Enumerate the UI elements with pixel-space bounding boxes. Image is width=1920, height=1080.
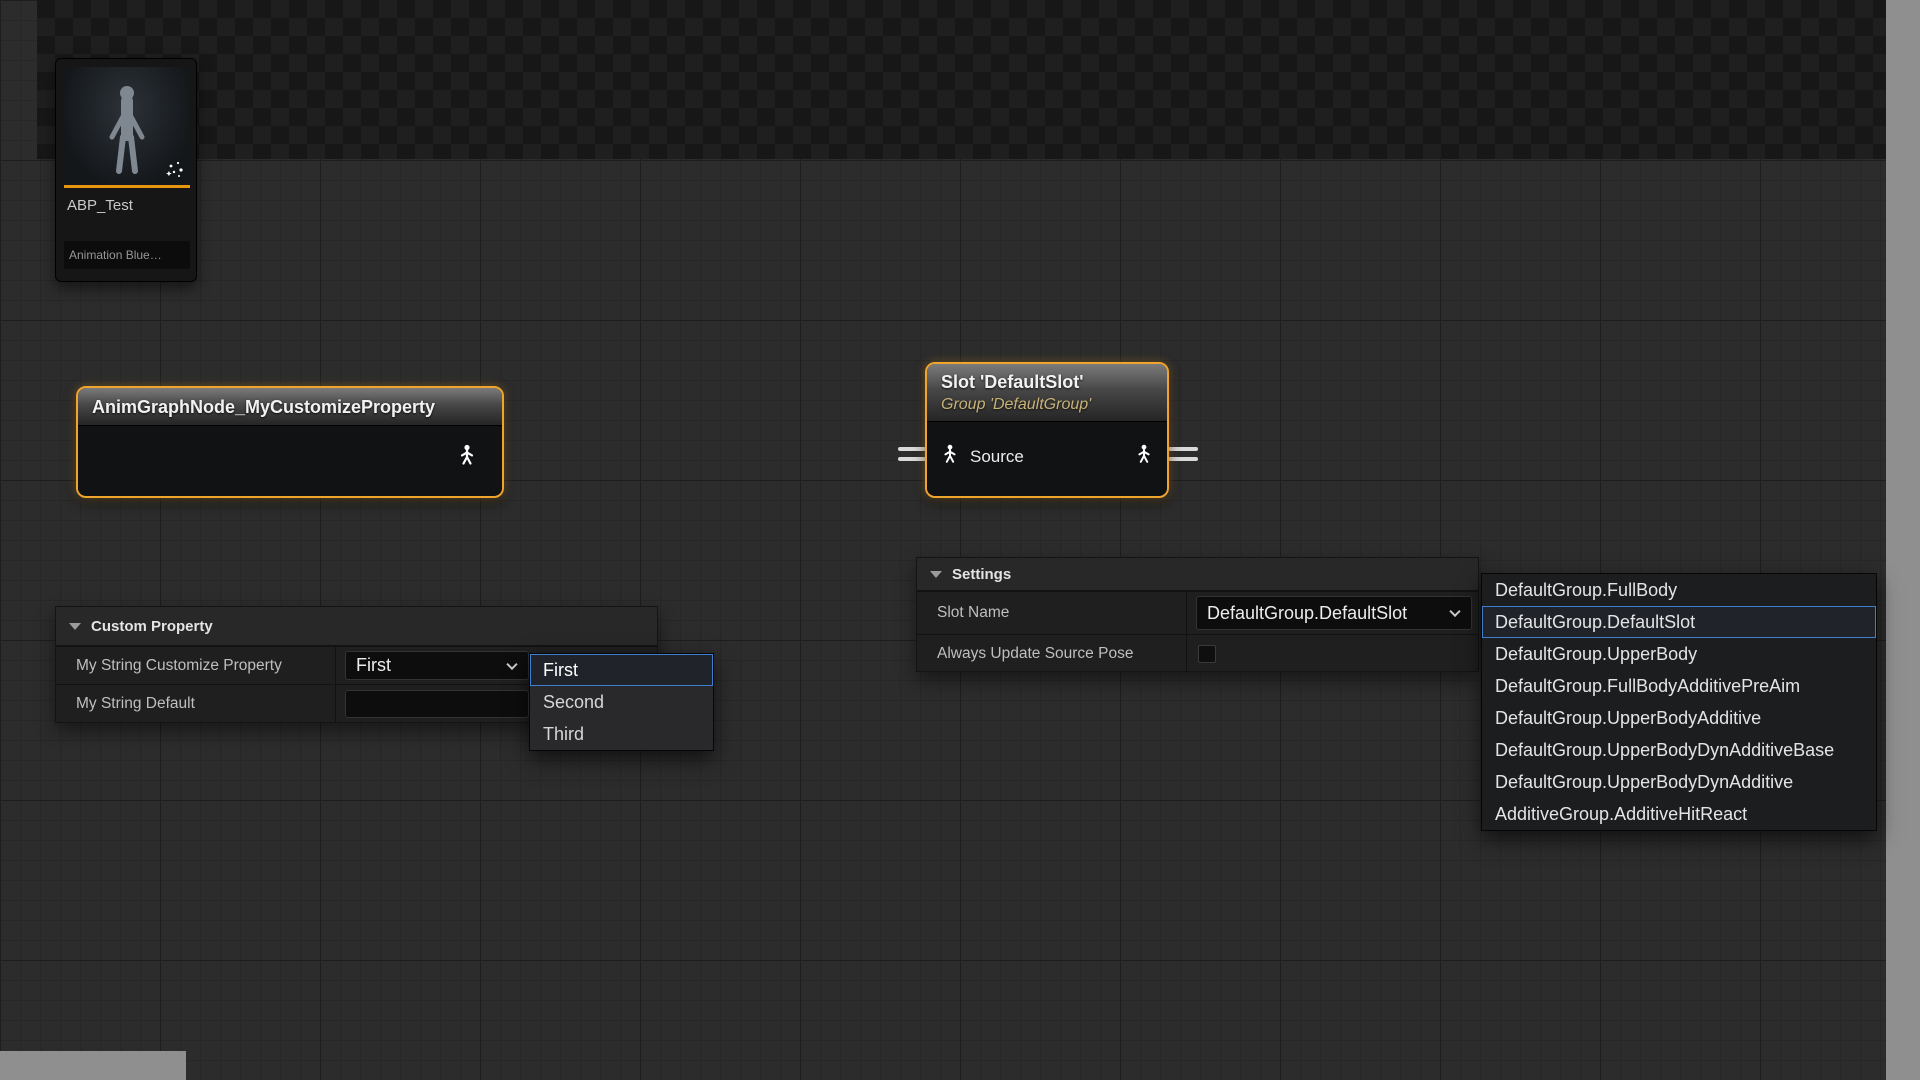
category-header-settings[interactable]: Settings bbox=[917, 558, 1478, 591]
animation-blueprint-graph-canvas[interactable]: ABP_Test Animation Blue… AnimGraphNode_M… bbox=[0, 0, 1920, 1080]
slot-menu-item[interactable]: DefaultGroup.UpperBodyDynAdditive bbox=[1482, 766, 1876, 798]
node-body: Source bbox=[927, 422, 1167, 494]
pose-pin-output-icon[interactable] bbox=[455, 443, 479, 472]
triangle-down-icon[interactable] bbox=[69, 623, 81, 630]
desktop-edge-right bbox=[1886, 0, 1920, 1080]
property-row-always-update-source-pose: Always Update Source Pose bbox=[917, 634, 1478, 672]
slot-menu-item[interactable]: DefaultGroup.FullBodyAdditivePreAim bbox=[1482, 670, 1876, 702]
asset-name: ABP_Test bbox=[67, 197, 133, 214]
node-subtitle-group: Group 'DefaultGroup' bbox=[927, 394, 1167, 420]
property-row-slot-name: Slot Name DefaultGroup.DefaultSlot bbox=[917, 591, 1478, 634]
category-header-custom-property[interactable]: Custom Property bbox=[56, 607, 657, 646]
dropdown-current-value: First bbox=[356, 655, 391, 676]
output-wire-bottom[interactable] bbox=[1168, 457, 1198, 461]
property-label: Slot Name bbox=[917, 592, 1186, 634]
menu-option-second[interactable]: Second bbox=[530, 686, 713, 718]
checker-pattern-band bbox=[37, 0, 1886, 159]
node-title: AnimGraphNode_MyCustomizeProperty bbox=[78, 388, 502, 419]
slot-menu-item[interactable]: DefaultGroup.UpperBodyDynAdditiveBase bbox=[1482, 734, 1876, 766]
particle-sparkle-icon bbox=[164, 159, 186, 181]
slot-menu-item[interactable]: DefaultGroup.UpperBody bbox=[1482, 638, 1876, 670]
desktop-edge-bottom-left bbox=[0, 1051, 186, 1080]
asset-type-label: Animation Blue… bbox=[64, 241, 190, 269]
menu-option-third[interactable]: Third bbox=[530, 718, 713, 750]
my-string-customize-dropdown[interactable]: First bbox=[345, 651, 529, 680]
node-animgraph-my-customize-property[interactable]: AnimGraphNode_MyCustomizeProperty bbox=[76, 386, 504, 498]
chevron-down-icon bbox=[506, 658, 517, 669]
menu-option-first[interactable]: First bbox=[530, 654, 713, 686]
chevron-down-icon bbox=[1449, 606, 1460, 617]
slot-menu-item[interactable]: DefaultGroup.FullBody bbox=[1482, 574, 1876, 606]
asset-type-color-bar bbox=[64, 185, 190, 188]
my-string-default-input[interactable] bbox=[345, 690, 529, 718]
output-wire-top[interactable] bbox=[1168, 447, 1198, 451]
node-slot-defaultslot[interactable]: Slot 'DefaultSlot' Group 'DefaultGroup' … bbox=[925, 362, 1169, 498]
slot-menu-item[interactable]: DefaultGroup.DefaultSlot bbox=[1482, 606, 1876, 638]
property-label: Always Update Source Pose bbox=[917, 635, 1186, 672]
settings-panel: Settings Slot Name DefaultGroup.DefaultS… bbox=[916, 557, 1479, 672]
input-wire-top[interactable] bbox=[898, 447, 926, 451]
slot-name-dropdown[interactable]: DefaultGroup.DefaultSlot bbox=[1196, 596, 1472, 630]
input-wire-bottom[interactable] bbox=[898, 457, 926, 461]
asset-thumbnail bbox=[64, 67, 190, 185]
string-dropdown-menu: First Second Third bbox=[529, 653, 714, 751]
always-update-source-pose-checkbox[interactable] bbox=[1198, 645, 1216, 663]
node-header[interactable]: AnimGraphNode_MyCustomizeProperty bbox=[78, 388, 502, 426]
slot-name-dropdown-menu: DefaultGroup.FullBody DefaultGroup.Defau… bbox=[1481, 573, 1877, 831]
node-body bbox=[78, 426, 502, 495]
pose-pin-source-icon[interactable] bbox=[939, 443, 961, 470]
property-label: My String Default bbox=[56, 685, 335, 723]
category-title: Custom Property bbox=[91, 618, 213, 635]
node-header[interactable]: Slot 'DefaultSlot' Group 'DefaultGroup' bbox=[927, 364, 1167, 422]
triangle-down-icon[interactable] bbox=[930, 571, 942, 578]
node-title: Slot 'DefaultSlot' bbox=[927, 364, 1167, 394]
slot-menu-item[interactable]: AdditiveGroup.AdditiveHitReact bbox=[1482, 798, 1876, 830]
dropdown-current-value: DefaultGroup.DefaultSlot bbox=[1207, 603, 1407, 624]
property-label: My String Customize Property bbox=[56, 647, 335, 684]
slot-menu-item[interactable]: DefaultGroup.UpperBodyAdditive bbox=[1482, 702, 1876, 734]
category-title: Settings bbox=[952, 566, 1011, 583]
asset-card-abp-test[interactable]: ABP_Test Animation Blue… bbox=[55, 58, 197, 282]
source-pin-label: Source bbox=[970, 447, 1024, 467]
pose-pin-output-icon[interactable] bbox=[1133, 443, 1155, 470]
